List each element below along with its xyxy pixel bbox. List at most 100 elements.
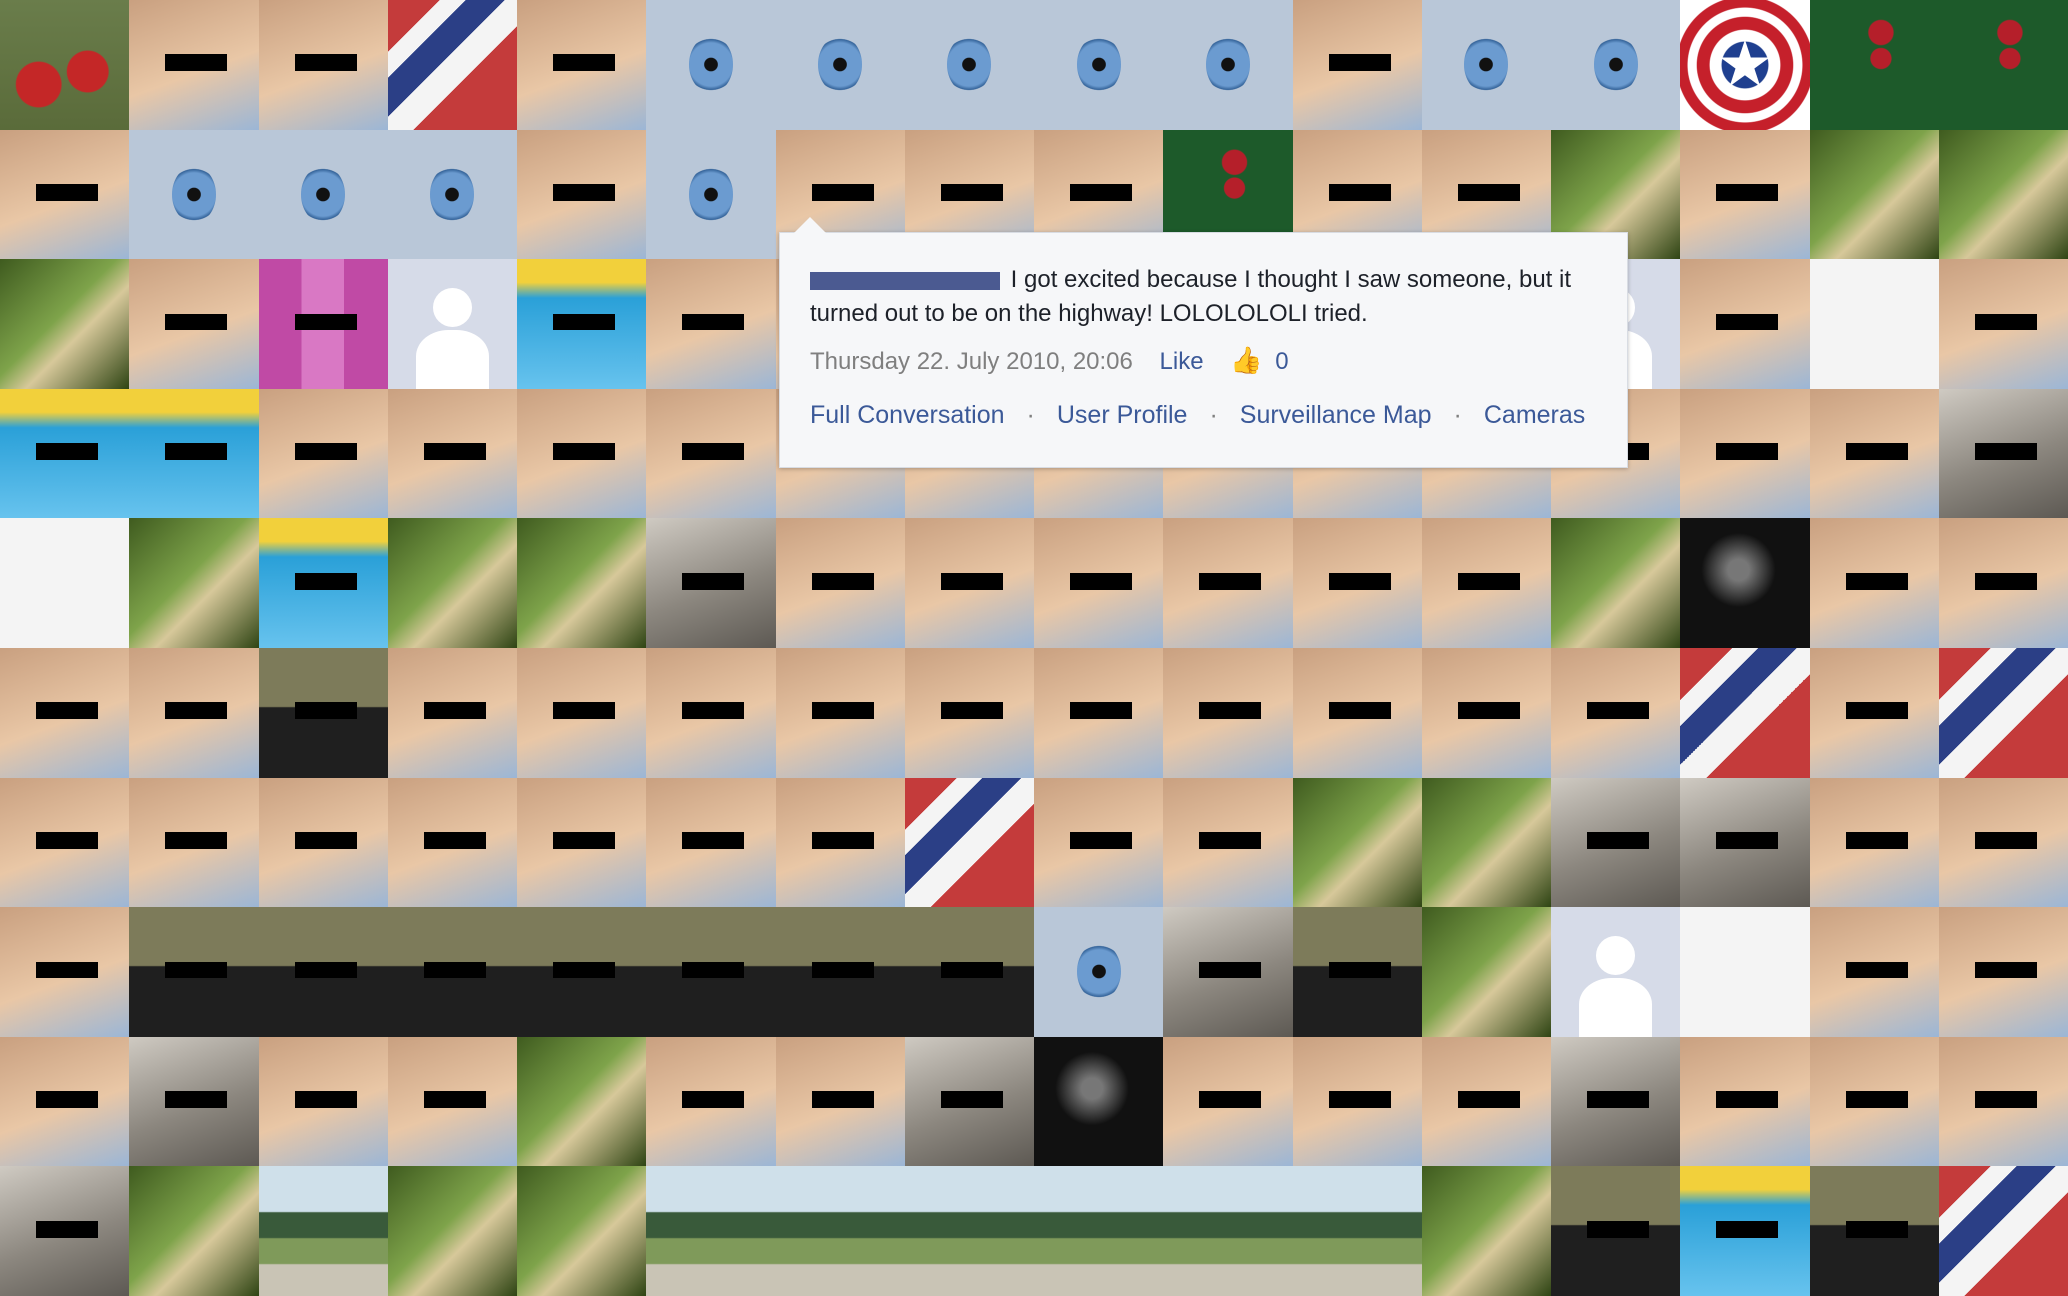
avatar-tile-face[interactable] <box>0 907 130 1037</box>
avatar-tile-face[interactable] <box>1292 1036 1422 1167</box>
avatar-tile-skeleton[interactable] <box>0 518 130 648</box>
avatar-tile-pool[interactable] <box>0 388 130 519</box>
avatar-tile-face[interactable] <box>1938 259 2068 389</box>
avatar-tile-face[interactable] <box>0 648 130 778</box>
avatar-tile-face[interactable] <box>387 777 517 908</box>
avatar-tile-face[interactable] <box>1809 388 1939 519</box>
full-conversation-link[interactable]: Full Conversation <box>810 401 1005 429</box>
avatar-tile-eye[interactable] <box>1421 0 1551 130</box>
avatar-tile-couple[interactable] <box>1809 1166 1939 1296</box>
avatar-tile-couple[interactable] <box>129 907 259 1037</box>
avatar-tile-skeleton[interactable] <box>1809 259 1939 389</box>
avatar-tile-lizard[interactable] <box>517 518 647 648</box>
avatar-tile-girl[interactable] <box>1680 777 1810 908</box>
avatar-tile-road[interactable] <box>1292 1166 1422 1296</box>
avatar-tile-face[interactable] <box>517 129 647 260</box>
avatar-tile-face[interactable] <box>517 648 647 778</box>
avatar-tile-road[interactable] <box>1163 1166 1293 1296</box>
avatar-tile-couple[interactable] <box>258 648 388 778</box>
avatar-tile-face[interactable] <box>1938 907 2068 1037</box>
avatar-tile-face[interactable] <box>258 777 388 908</box>
avatar-tile-lizard[interactable] <box>517 1036 647 1167</box>
avatar-tile-road[interactable] <box>775 1166 905 1296</box>
avatar-tile-lizard[interactable] <box>129 518 259 648</box>
avatar-tile-face[interactable] <box>646 388 776 519</box>
avatar-tile-flag[interactable] <box>1938 1166 2068 1296</box>
avatar-tile-face[interactable] <box>646 777 776 908</box>
avatar-tile-eye[interactable] <box>1034 907 1164 1037</box>
like-link[interactable]: Like <box>1160 348 1204 375</box>
avatar-tile-couple[interactable] <box>904 907 1034 1037</box>
avatar-tile-face[interactable] <box>129 777 259 908</box>
avatar-tile-fruit[interactable] <box>0 0 130 130</box>
avatar-tile-couple[interactable] <box>1292 907 1422 1037</box>
avatar-tile-lizard[interactable] <box>1551 518 1681 648</box>
avatar-tile-flag[interactable] <box>1680 648 1810 778</box>
avatar-tile-girl[interactable] <box>1551 777 1681 908</box>
avatar-tile-face[interactable] <box>0 1036 130 1167</box>
avatar-tile-blank[interactable] <box>387 259 517 389</box>
avatar-tile-shield[interactable]: ★ <box>1680 0 1810 130</box>
avatar-tile-pool[interactable] <box>258 518 388 648</box>
avatar-tile-skeleton[interactable] <box>1680 907 1810 1037</box>
avatar-tile-dark[interactable] <box>1034 1036 1164 1167</box>
avatar-tile-face[interactable] <box>517 388 647 519</box>
avatar-tile-couple[interactable] <box>646 907 776 1037</box>
avatar-tile-pool[interactable] <box>517 259 647 389</box>
avatar-tile-face[interactable] <box>1680 259 1810 389</box>
avatar-tile-eye[interactable] <box>1551 0 1681 130</box>
avatar-tile-face[interactable] <box>1680 129 1810 260</box>
avatar-tile-girl[interactable] <box>646 518 776 648</box>
avatar-tile-girl[interactable] <box>129 1036 259 1167</box>
avatar-tile-face[interactable] <box>1809 518 1939 648</box>
avatar-tile-lizard[interactable] <box>0 259 130 389</box>
avatar-tile-eye[interactable] <box>775 0 905 130</box>
avatar-tile-face[interactable] <box>646 259 776 389</box>
avatar-tile-face[interactable] <box>1421 518 1551 648</box>
avatar-tile-face[interactable] <box>904 648 1034 778</box>
avatar-tile-face[interactable] <box>1809 907 1939 1037</box>
avatar-tile-road[interactable] <box>1034 1166 1164 1296</box>
avatar-tile-lizard[interactable] <box>517 1166 647 1296</box>
avatar-tile-girl[interactable] <box>904 1036 1034 1167</box>
avatar-tile-eye[interactable] <box>646 0 776 130</box>
avatar-tile-face[interactable] <box>1938 1036 2068 1167</box>
avatar-tile-face[interactable] <box>1809 1036 1939 1167</box>
avatar-tile-face[interactable] <box>517 0 647 130</box>
avatar-tile-face[interactable] <box>1421 648 1551 778</box>
avatar-tile-face[interactable] <box>1163 518 1293 648</box>
avatar-tile-lizard[interactable] <box>1421 907 1551 1037</box>
avatar-tile-flag[interactable] <box>904 777 1034 908</box>
avatar-tile-eye[interactable] <box>1034 0 1164 130</box>
avatar-tile-face[interactable] <box>129 648 259 778</box>
avatar-tile-face[interactable] <box>1034 648 1164 778</box>
avatar-tile-lizard[interactable] <box>1938 129 2068 260</box>
avatar-tile-face[interactable] <box>1034 518 1164 648</box>
avatar-tile-face[interactable] <box>1292 648 1422 778</box>
avatar-tile-face[interactable] <box>1292 0 1422 130</box>
avatar-tile-eye[interactable] <box>1163 0 1293 130</box>
avatar-tile-couple[interactable] <box>517 907 647 1037</box>
avatar-tile-flag[interactable] <box>1938 648 2068 778</box>
cameras-link[interactable]: Cameras <box>1484 401 1585 429</box>
avatar-tile-face[interactable] <box>1292 518 1422 648</box>
avatar-tile-face[interactable] <box>1551 648 1681 778</box>
avatar-tile-face[interactable] <box>258 1036 388 1167</box>
avatar-tile-road[interactable] <box>258 1166 388 1296</box>
avatar-tile-girl[interactable] <box>1163 907 1293 1037</box>
avatar-tile-face[interactable] <box>387 388 517 519</box>
avatar-tile-face[interactable] <box>775 1036 905 1167</box>
avatar-tile-couple[interactable] <box>1551 1166 1681 1296</box>
avatar-tile-face[interactable] <box>258 0 388 130</box>
avatar-tile-lizard[interactable] <box>1421 777 1551 908</box>
avatar-tile-girl[interactable] <box>1938 388 2068 519</box>
avatar-tile-couple[interactable] <box>258 907 388 1037</box>
avatar-tile-lizard[interactable] <box>387 518 517 648</box>
avatar-tile-face[interactable] <box>646 1036 776 1167</box>
avatar-tile-face[interactable] <box>258 388 388 519</box>
surveillance-map-link[interactable]: Surveillance Map <box>1240 401 1432 429</box>
avatar-tile-face[interactable] <box>387 648 517 778</box>
avatar-tile-face[interactable] <box>1421 1036 1551 1167</box>
avatar-tile-face[interactable] <box>646 648 776 778</box>
avatar-tile-eye[interactable] <box>904 0 1034 130</box>
